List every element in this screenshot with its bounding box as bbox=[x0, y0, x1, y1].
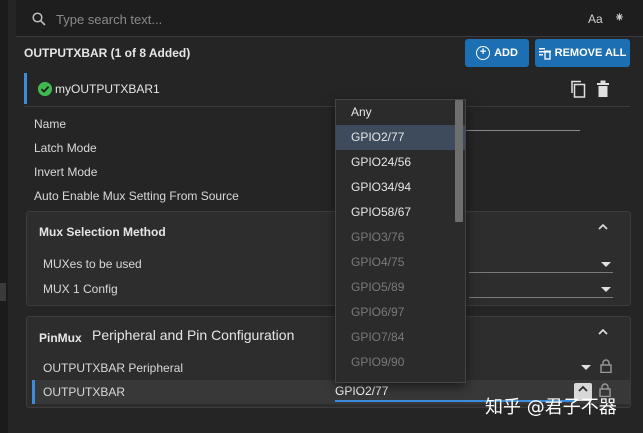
pin-select-value[interactable]: GPIO2/77 bbox=[335, 384, 388, 398]
search-input[interactable] bbox=[56, 9, 576, 29]
add-button-label: ADD bbox=[494, 47, 518, 59]
name-input-underline[interactable] bbox=[456, 130, 580, 131]
dropdown-option[interactable]: GPIO4/75 bbox=[336, 250, 465, 275]
instance-row[interactable]: myOUTPUTXBAR1 bbox=[24, 72, 630, 105]
dropdown-option[interactable]: GPIO5/89 bbox=[336, 275, 465, 300]
regex-toggle[interactable]: ⁕ bbox=[614, 10, 625, 26]
mux-selection-group: Mux Selection Method MUXes to be used MU… bbox=[26, 211, 631, 306]
dropdown-option[interactable]: GPIO3/76 bbox=[336, 225, 465, 250]
watermark: 知乎 @君子不器 bbox=[485, 397, 617, 418]
add-circle-icon: + bbox=[476, 46, 491, 60]
lock-icon[interactable] bbox=[600, 359, 612, 373]
mux1-config-label: MUX 1 Config bbox=[43, 282, 118, 296]
search-icon bbox=[32, 12, 46, 26]
check-circle-icon bbox=[38, 82, 52, 96]
dropdown-option[interactable]: GPIO7/84 bbox=[336, 325, 465, 350]
pinmux-group-title: PinMux bbox=[39, 331, 82, 345]
dropdown-list: Any GPIO2/77 GPIO24/56 GPIO34/94 GPIO58/67 GP… bbox=[336, 100, 465, 375]
copy-icon[interactable] bbox=[570, 80, 586, 98]
muxes-label: MUXes to be used bbox=[43, 257, 142, 271]
dropdown-option[interactable]: Any bbox=[336, 100, 465, 125]
instance-accent-bar bbox=[24, 73, 27, 104]
config-panel: Aa ⁕ OUTPUTXBAR (1 of 8 Added) + ADD REM… bbox=[16, 0, 643, 433]
scroll-marker bbox=[0, 283, 6, 301]
mux-group-title: Mux Selection Method bbox=[39, 225, 166, 239]
dropdown-option[interactable]: GPIO34/94 bbox=[336, 175, 465, 200]
latch-mode-label: Latch Mode bbox=[34, 141, 97, 155]
auto-enable-label: Auto Enable Mux Setting From Source bbox=[34, 189, 239, 203]
instance-divider bbox=[24, 106, 630, 107]
delete-list-icon bbox=[538, 47, 551, 60]
remove-all-label: REMOVE ALL bbox=[554, 47, 627, 59]
trash-icon[interactable] bbox=[596, 80, 610, 98]
mux1-select-underline[interactable] bbox=[469, 297, 613, 298]
pin-label: OUTPUTXBAR bbox=[43, 385, 126, 399]
gpio-dropdown-menu: Any GPIO2/77 GPIO24/56 GPIO34/94 GPIO58/67 GP… bbox=[335, 99, 466, 383]
match-case-toggle[interactable]: Aa bbox=[588, 12, 603, 26]
pinmux-group-subtitle: Peripheral and Pin Configuration bbox=[92, 327, 295, 343]
peripheral-dropdown-arrow-icon[interactable] bbox=[581, 365, 591, 370]
instance-name: myOUTPUTXBAR1 bbox=[55, 82, 160, 96]
chevron-up-icon[interactable] bbox=[598, 222, 608, 232]
search-bar: Aa ⁕ bbox=[16, 0, 643, 37]
dropdown-option[interactable]: GPIO6/97 bbox=[336, 300, 465, 325]
dropdown-option[interactable]: GPIO9/90 bbox=[336, 350, 465, 375]
module-title: OUTPUTXBAR (1 of 8 Added) bbox=[24, 46, 191, 60]
dropdown-option[interactable]: GPIO2/77 bbox=[336, 125, 465, 150]
dropdown-option[interactable]: GPIO58/67 bbox=[336, 200, 465, 225]
mux1-dropdown-arrow-icon[interactable] bbox=[601, 287, 611, 292]
remove-all-button[interactable]: REMOVE ALL bbox=[535, 39, 630, 67]
activity-strip bbox=[0, 0, 8, 433]
muxes-select-underline[interactable] bbox=[469, 272, 613, 273]
pin-row-accent-bar bbox=[32, 380, 35, 404]
chevron-up-icon[interactable] bbox=[598, 327, 608, 337]
invert-mode-label: Invert Mode bbox=[34, 165, 98, 179]
dropdown-option[interactable]: GPIO24/56 bbox=[336, 150, 465, 175]
name-label: Name bbox=[34, 117, 67, 131]
muxes-dropdown-arrow-icon[interactable] bbox=[601, 262, 611, 267]
add-button[interactable]: + ADD bbox=[465, 39, 529, 67]
dropdown-scrollbar[interactable] bbox=[455, 100, 463, 222]
peripheral-label: OUTPUTXBAR Peripheral bbox=[43, 361, 184, 375]
